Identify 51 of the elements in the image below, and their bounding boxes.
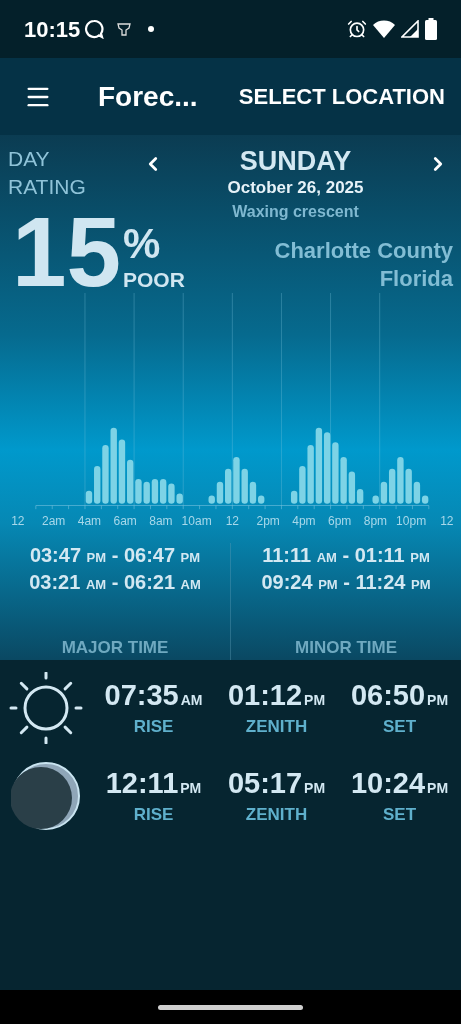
time-range: 03:21 AM - 06:21 AM [29,569,201,595]
axis-label: 4am [76,512,103,529]
event-label: SET [382,715,417,738]
event-label: ZENITH [245,803,308,826]
clock-time: 10:15 [24,15,81,44]
chat-bubble-icon [84,19,105,39]
event-time: 12:11 PM [105,766,202,801]
rating-value: 15 [12,211,121,293]
axis-label: 2pm [255,512,281,529]
axis-label: 6am [112,512,138,529]
signal-icon [401,20,419,38]
event-label: SET [382,803,417,826]
crescent-moon-icon [11,761,81,831]
axis-label: 8pm [362,512,389,529]
event-time: 07:35 AM [104,678,203,713]
event-label: RISE [133,803,174,826]
event-time: 10:24 PM [350,766,449,801]
event-label: ZENITH [245,715,308,738]
alarm-icon [347,19,367,39]
rating-verdict: POOR [123,267,185,293]
event-time: 06:50 PM [350,678,449,713]
location-county: Charlotte County [274,237,453,265]
time-label: MAJOR TIME [61,636,169,659]
event-time: 01:12 PM [227,678,326,713]
axis-label: 8am [148,512,174,529]
select-location-button[interactable]: SELECT LOCATION [238,80,445,113]
day-rating-label: DAY RATING [8,146,87,200]
battery-icon [425,18,437,40]
date: October 26, 2025 [227,177,364,199]
percent-sign: % [123,221,162,267]
weekday: SUNDAY [239,145,352,177]
time-range: 09:24 PM - 11:24 PM [261,569,431,595]
axis-label: 12 [10,512,26,529]
axis-label: 10am [180,512,213,529]
time-range: 03:47 PM - 06:47 PM [29,542,201,568]
axis-label: 4pm [291,512,317,529]
event-time: 05:17 PM [227,766,326,801]
sun-icon [7,672,85,744]
wifi-icon [373,20,395,38]
axis-label: 10pm [395,512,428,529]
event-label: RISE [133,715,174,738]
time-range: 11:11 AM - 01:11 PM [262,542,430,568]
toolbar-title: Forec... [98,79,198,114]
moon-phase: Waxing crescent [232,202,359,222]
axis-label: 12 [224,512,241,529]
home-indicator[interactable] [158,1004,303,1010]
axis-label: 6pm [326,512,353,529]
axis-label: 2am [40,512,67,529]
time-label: MINOR TIME [295,636,397,659]
axis-label: 12 [439,512,455,529]
location-state: Florida [379,265,453,293]
